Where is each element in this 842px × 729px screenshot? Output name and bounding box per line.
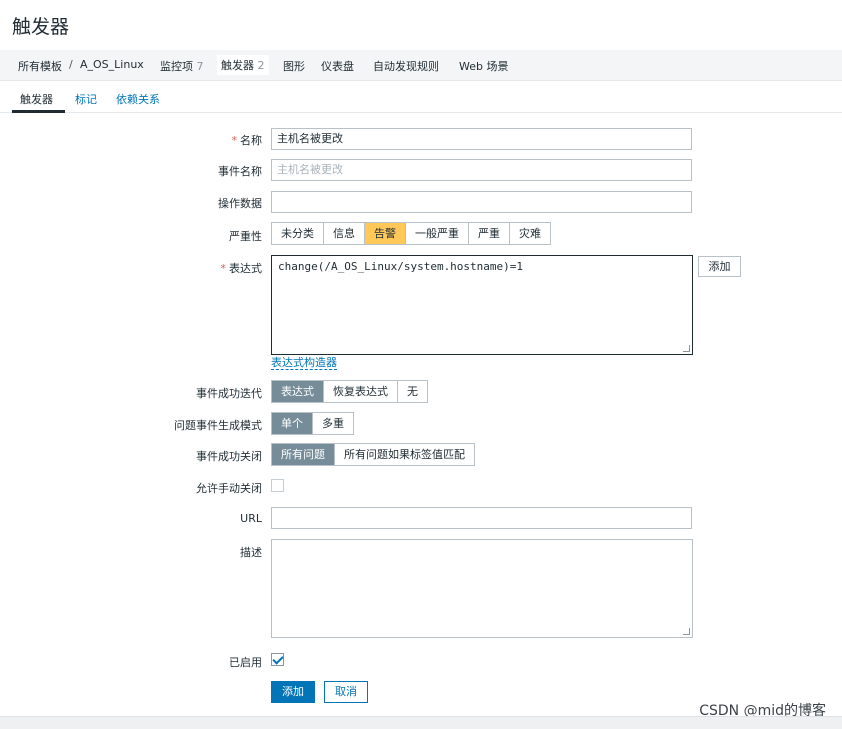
tab-trigger[interactable]: 触发器 [20,91,53,107]
ok-event-generation-selector: 表达式 恢复表达式 无 [271,380,428,403]
resize-handle-icon[interactable] [683,345,690,352]
problem-mode-single[interactable]: 单个 [272,413,313,434]
tab-tags[interactable]: 标记 [75,91,97,107]
breadcrumb-triggers-count: 2 [257,59,265,72]
breadcrumb: 所有模板 / A_OS_Linux 监控项 7 触发器 2 图形 仪表盘 自动发… [0,50,842,81]
expression-constructor-link[interactable]: 表达式构造器 [271,356,337,370]
breadcrumb-web-scenarios[interactable]: Web 场景 [459,58,508,74]
required-marker: * [220,262,227,275]
description-textarea[interactable] [271,539,693,638]
expression-textarea[interactable]: change(/A_OS_Linux/system.hostname)=1 [271,255,693,355]
operational-data-label: 操作数据 [218,197,262,210]
manual-close-checkbox[interactable] [271,479,284,492]
expression-label: * 表达式 [62,260,263,276]
severity-not-classified[interactable]: 未分类 [272,223,324,244]
severity-selector: 未分类 信息 告警 一般严重 严重 灾难 [271,222,551,245]
problem-mode-multiple[interactable]: 多重 [313,413,353,434]
severity-average[interactable]: 一般严重 [406,223,469,244]
url-input[interactable] [271,507,692,529]
ok-close-label: 事件成功关闭 [196,450,262,463]
description-label: 描述 [240,546,262,559]
manual-close-label: 允许手动关闭 [196,482,262,495]
active-tab-indicator [12,110,65,113]
breadcrumb-triggers-label: 触发器 [221,59,254,72]
url-label: URL [240,512,262,525]
tab-dependencies[interactable]: 依赖关系 [116,91,160,107]
add-button[interactable]: 添加 [271,681,315,703]
cancel-button[interactable]: 取消 [324,681,368,703]
ok-close-all-problems[interactable]: 所有问题 [272,444,335,465]
breadcrumb-separator: / [69,58,73,71]
problem-mode-label: 问题事件生成模式 [174,419,262,432]
breadcrumb-template-name[interactable]: A_OS_Linux [80,58,144,71]
breadcrumb-triggers[interactable]: 触发器 2 [217,55,269,75]
breadcrumb-items[interactable]: 监控项 7 [160,58,204,74]
breadcrumb-discovery-rules[interactable]: 自动发现规则 [373,58,439,74]
name-label: * 名称 [62,132,263,148]
resize-handle-icon[interactable] [683,628,690,635]
ok-close-tag-match[interactable]: 所有问题如果标签值匹配 [335,444,474,465]
breadcrumb-all-templates[interactable]: 所有模板 [18,58,62,74]
expression-value: change(/A_OS_Linux/system.hostname)=1 [278,260,524,273]
ok-event-expression-option[interactable]: 表达式 [272,381,324,402]
severity-high[interactable]: 严重 [469,223,510,244]
form-tabs: 触发器 标记 依赖关系 [0,84,842,113]
enabled-checkbox[interactable] [271,653,284,666]
expression-label-text: 表达式 [229,262,262,275]
expression-add-button[interactable]: 添加 [698,256,741,277]
severity-information[interactable]: 信息 [324,223,365,244]
breadcrumb-dashboards[interactable]: 仪表盘 [321,58,354,74]
enabled-label: 已启用 [229,656,262,669]
breadcrumb-items-label: 监控项 [160,60,193,73]
bottom-bar [0,716,842,729]
breadcrumb-graphs[interactable]: 图形 [283,58,305,74]
ok-close-selector: 所有问题 所有问题如果标签值匹配 [271,443,475,466]
severity-label: 严重性 [229,230,262,243]
name-input[interactable]: 主机名被更改 [271,128,692,150]
ok-event-none-option[interactable]: 无 [398,381,427,402]
problem-mode-selector: 单个 多重 [271,412,354,435]
severity-disaster[interactable]: 灾难 [510,223,550,244]
event-name-label: 事件名称 [218,165,262,178]
ok-event-generation-label: 事件成功迭代 [196,387,262,400]
required-marker: * [231,134,238,147]
ok-event-recovery-option[interactable]: 恢复表达式 [324,381,398,402]
breadcrumb-items-count: 7 [196,60,204,73]
page-title: 触发器 [12,16,70,38]
name-label-text: 名称 [240,134,262,147]
severity-warning[interactable]: 告警 [365,223,406,244]
operational-data-input[interactable] [271,191,692,213]
event-name-input[interactable]: 主机名被更改 [271,159,692,181]
